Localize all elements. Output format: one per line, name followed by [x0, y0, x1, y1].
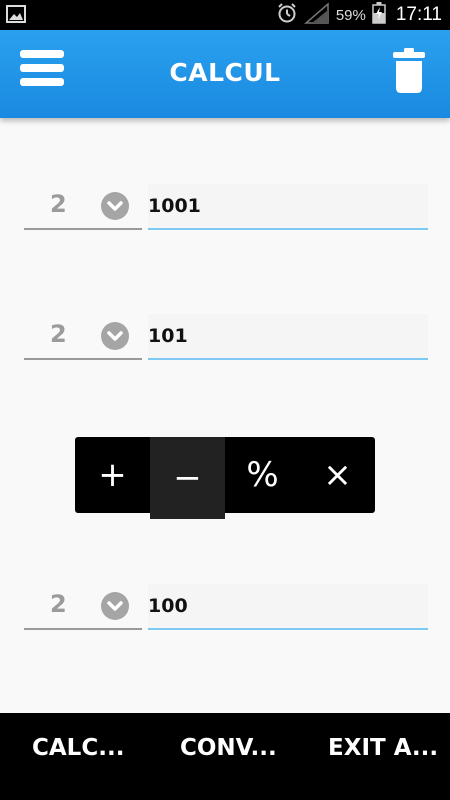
operator-label: − — [173, 458, 202, 498]
number-value: 101 — [148, 325, 188, 347]
status-bar: 59% 17:11 — [0, 0, 450, 30]
signal-icon — [303, 2, 330, 28]
nav-item-conv[interactable]: CONV... — [180, 735, 277, 775]
operator-bar: + − % × — [75, 437, 375, 519]
operator-label: % — [246, 455, 279, 495]
base-select[interactable]: 2 — [24, 184, 142, 230]
number-input[interactable]: 1001 — [148, 184, 428, 230]
number-row: 2 1001 — [24, 184, 428, 230]
number-row: 2 101 — [24, 314, 428, 360]
battery-charging-icon — [372, 2, 386, 28]
percent-operator-button[interactable]: % — [225, 437, 300, 513]
nav-item-calc[interactable]: CALC... — [32, 735, 124, 775]
chevron-down-icon[interactable] — [101, 322, 129, 350]
base-value: 2 — [50, 320, 67, 348]
operator-label: × — [323, 455, 352, 495]
base-value: 2 — [50, 190, 67, 218]
subtract-operator-button[interactable]: − — [150, 437, 225, 519]
bottom-nav: CALC... CONV... EXIT A... — [0, 713, 450, 800]
number-input[interactable]: 101 — [148, 314, 428, 360]
nav-item-exit[interactable]: EXIT A... — [328, 735, 438, 775]
clock: 17:11 — [395, 4, 442, 25]
trash-icon[interactable] — [392, 48, 426, 94]
number-value: 1001 — [148, 195, 201, 217]
chevron-down-icon[interactable] — [101, 192, 129, 220]
operator-label: + — [98, 455, 127, 495]
add-operator-button[interactable]: + — [75, 437, 150, 513]
base-select[interactable]: 2 — [24, 314, 142, 360]
alarm-icon — [276, 2, 298, 28]
base-select[interactable]: 2 — [24, 584, 142, 630]
image-icon — [6, 5, 26, 23]
chevron-down-icon[interactable] — [101, 592, 129, 620]
multiply-operator-button[interactable]: × — [300, 437, 375, 513]
result-field[interactable]: 100 — [148, 584, 428, 630]
result-value: 100 — [148, 595, 188, 617]
base-value: 2 — [50, 590, 67, 618]
app-bar: CALCUL — [0, 30, 450, 118]
battery-percent: 59% — [335, 6, 366, 24]
page-title: CALCUL — [169, 58, 281, 87]
result-row: 2 100 — [24, 584, 428, 630]
